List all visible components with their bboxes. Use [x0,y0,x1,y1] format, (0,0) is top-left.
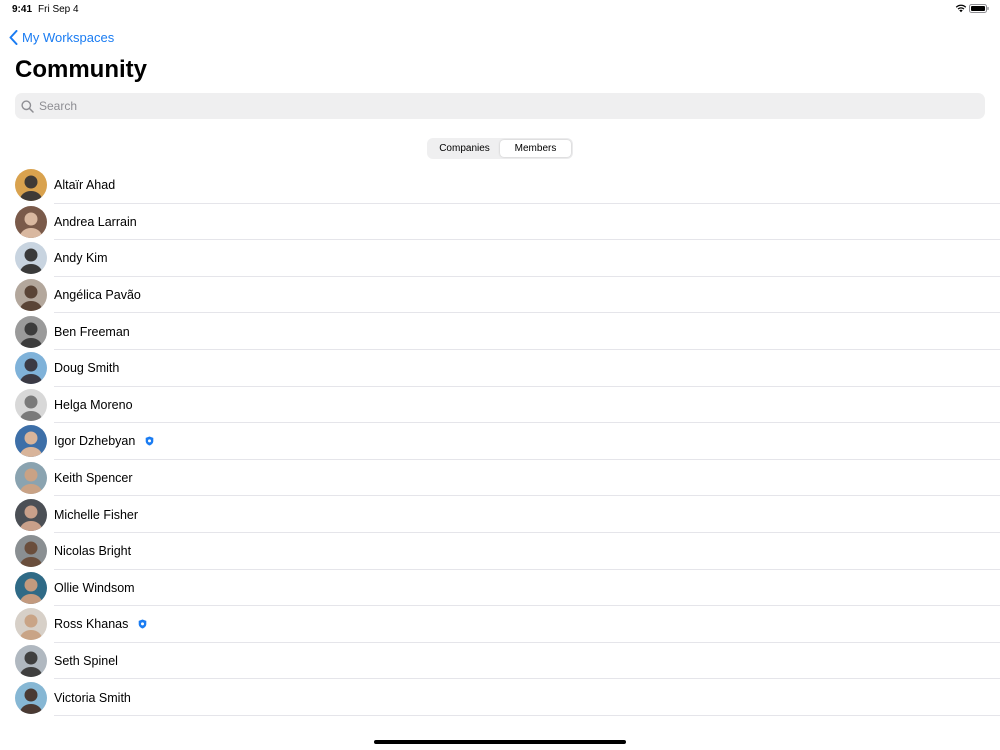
member-name: Michelle Fisher [54,508,138,522]
segment-companies[interactable]: Companies [429,140,500,157]
member-name: Angélica Pavão [54,288,141,302]
member-name-text: Nicolas Bright [54,544,132,559]
segmented-control: Companies Members [427,138,573,159]
segment-members[interactable]: Members [500,140,571,157]
avatar [15,205,47,238]
member-row[interactable]: Ross Khanas [0,606,1000,643]
member-row[interactable]: Victoria Smith [0,679,1000,716]
member-list: Altaïr Ahad Andrea Larrain Andy Kim Angélic… [0,167,1000,716]
status-bar: 9:41 Fri Sep 4 [0,0,1000,18]
avatar [15,645,47,678]
avatar [15,279,47,312]
avatar [15,352,47,385]
member-name-text: Ross Khanas [54,617,129,632]
avatar [15,242,47,275]
avatar [15,315,47,348]
avatar [15,498,47,531]
member-name-text: Doug Smith [54,361,120,376]
member-name-text: Helga Moreno [54,397,133,412]
avatar [15,425,47,458]
member-row[interactable]: Ollie Windsom [0,570,1000,607]
battery-icon [969,4,989,13]
member-name: Ross Khanas [54,617,147,631]
member-name-text: Andrea Larrain [54,214,137,229]
member-name-text: Seth Spinel [54,654,118,669]
search-bar[interactable] [15,93,985,119]
member-name: Doug Smith [54,361,119,375]
search-input[interactable] [37,98,961,114]
member-row[interactable]: Igor Dzhebyan [0,423,1000,460]
member-row[interactable]: Angélica Pavão [0,277,1000,314]
member-name-text: Igor Dzhebyan [54,434,136,449]
member-name-text: Altaïr Ahad [54,178,116,193]
back-button[interactable]: My Workspaces [9,27,114,47]
avatar [15,462,47,495]
status-date: Fri Sep 4 [38,4,79,15]
member-name: Altaïr Ahad [54,178,115,192]
member-row[interactable]: Nicolas Bright [0,533,1000,570]
member-row[interactable]: Michelle Fisher [0,496,1000,533]
member-name: Seth Spinel [54,654,118,668]
member-name-text: Angélica Pavão [54,288,141,303]
avatar [15,608,47,641]
member-row[interactable]: Altaïr Ahad [0,167,1000,204]
member-name-text: Victoria Smith [54,690,131,705]
member-row[interactable]: Keith Spencer [0,460,1000,497]
member-name: Nicolas Bright [54,544,131,558]
avatar [15,388,47,421]
wifi-icon [955,4,967,13]
member-name-text: Ben Freeman [54,324,130,339]
member-name: Ben Freeman [54,325,130,339]
member-name: Keith Spencer [54,471,133,485]
member-name: Andy Kim [54,251,108,265]
member-row[interactable]: Ben Freeman [0,313,1000,350]
member-name-text: Ollie Windsom [54,580,135,595]
avatar [15,169,47,202]
verified-badge-icon [146,436,154,446]
member-name-text: Michelle Fisher [54,507,139,522]
member-name-text: Andy Kim [54,251,108,266]
avatar [15,681,47,714]
member-name: Igor Dzhebyan [54,434,154,448]
member-row[interactable]: Helga Moreno [0,387,1000,424]
member-name: Helga Moreno [54,398,133,412]
member-name: Ollie Windsom [54,581,135,595]
member-row[interactable]: Seth Spinel [0,643,1000,680]
search-icon [21,99,34,113]
member-name: Andrea Larrain [54,215,137,229]
member-row[interactable]: Doug Smith [0,350,1000,387]
avatar [15,571,47,604]
member-row[interactable]: Andrea Larrain [0,204,1000,241]
verified-badge-icon [139,619,147,629]
status-time: 9:41 [12,4,33,15]
chevron-left-icon [9,29,18,45]
member-name-text: Keith Spencer [54,471,133,486]
home-indicator [374,740,626,744]
member-row[interactable]: Andy Kim [0,240,1000,277]
page-title: Community [15,56,147,83]
member-name: Victoria Smith [54,691,131,705]
avatar [15,535,47,568]
back-label: My Workspaces [22,29,115,45]
